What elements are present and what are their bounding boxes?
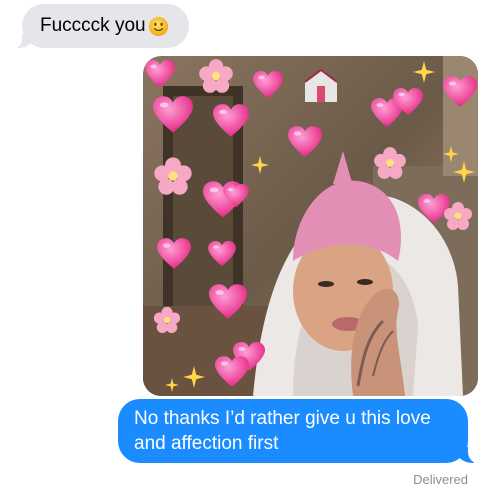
message-thread: Fucccck you No thanks I’d rather give u … [0, 0, 500, 500]
slightly-smiling-face-icon [148, 16, 168, 36]
photo-message[interactable] [143, 56, 478, 396]
received-message-bubble[interactable]: Fucccck you [10, 4, 189, 49]
sent-message-line-2: and affection first [134, 433, 279, 454]
delivery-status: Delivered [413, 472, 468, 487]
received-message-text: Fucccck you [40, 15, 146, 36]
sent-message-line-1: No thanks I’d rather give u this love [134, 408, 431, 429]
photo-image [143, 56, 478, 396]
sent-message-bubble[interactable]: No thanks I’d rather give u this love an… [118, 399, 482, 464]
